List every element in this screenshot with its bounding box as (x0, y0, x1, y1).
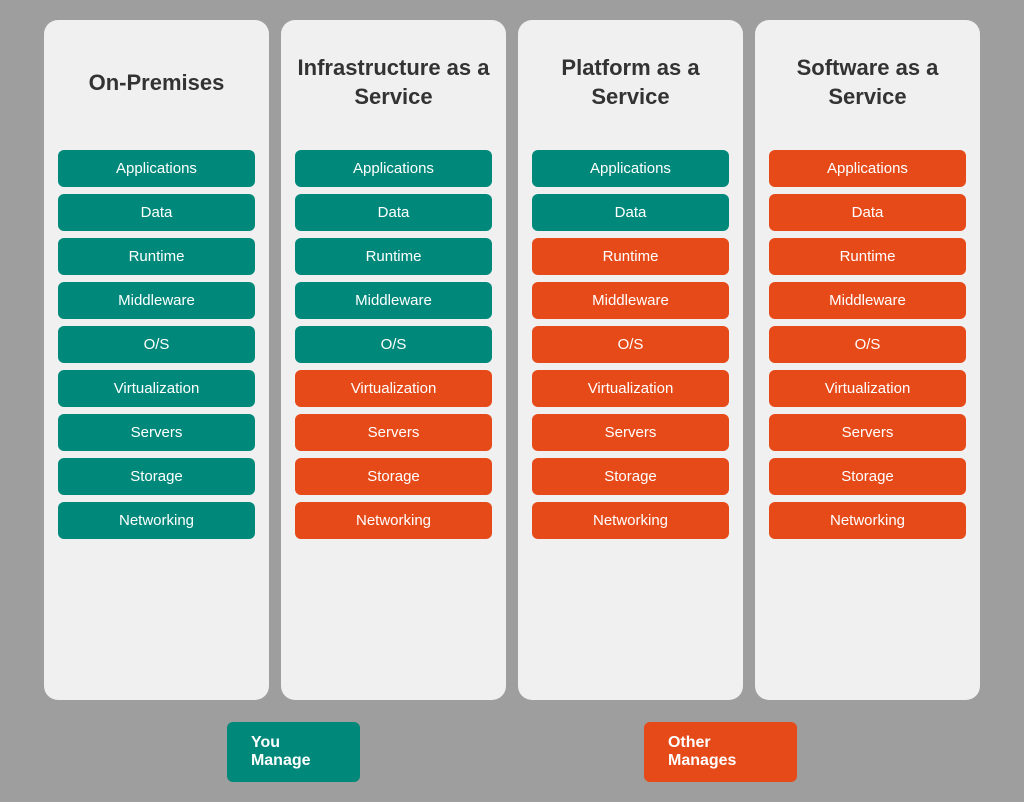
column-title-saas: Software as a Service (769, 38, 966, 128)
column-iaas: Infrastructure as a Service Applications D… (281, 20, 506, 700)
column-title-iaas: Infrastructure as a Service (295, 38, 492, 128)
item-data-saas: Data (769, 194, 966, 231)
items-list-saas: Applications Data Runtime Middleware O/S Virt… (769, 150, 966, 539)
column-on-premises: On-Premises Applications Data Runtime Middle… (44, 20, 269, 700)
item-virtualization-paas: Virtualization (532, 370, 729, 407)
column-title-paas: Platform as a Service (532, 38, 729, 128)
item-applications-paas: Applications (532, 150, 729, 187)
item-networking-saas: Networking (769, 502, 966, 539)
items-list-paas: Applications Data Runtime Middleware O/S Virt… (532, 150, 729, 539)
item-networking-iaas: Networking (295, 502, 492, 539)
item-middleware-saas: Middleware (769, 282, 966, 319)
item-applications-iaas: Applications (295, 150, 492, 187)
item-servers-saas: Servers (769, 414, 966, 451)
item-runtime-iaas: Runtime (295, 238, 492, 275)
item-o-s-on-premises: O/S (58, 326, 255, 363)
column-title-on-premises: On-Premises (89, 38, 225, 128)
item-middleware-paas: Middleware (532, 282, 729, 319)
column-paas: Platform as a Service Applications Data Run… (518, 20, 743, 700)
column-saas: Software as a Service Applications Data Run… (755, 20, 980, 700)
item-storage-saas: Storage (769, 458, 966, 495)
item-virtualization-on-premises: Virtualization (58, 370, 255, 407)
item-applications-on-premises: Applications (58, 150, 255, 187)
item-storage-iaas: Storage (295, 458, 492, 495)
item-data-on-premises: Data (58, 194, 255, 231)
columns-wrapper: On-Premises Applications Data Runtime Middle… (20, 20, 1004, 700)
item-storage-on-premises: Storage (58, 458, 255, 495)
item-virtualization-iaas: Virtualization (295, 370, 492, 407)
item-middleware-on-premises: Middleware (58, 282, 255, 319)
item-data-paas: Data (532, 194, 729, 231)
main-container: On-Premises Applications Data Runtime Middle… (20, 20, 1004, 782)
items-list-iaas: Applications Data Runtime Middleware O/S Virt… (295, 150, 492, 539)
item-virtualization-saas: Virtualization (769, 370, 966, 407)
item-servers-iaas: Servers (295, 414, 492, 451)
item-runtime-on-premises: Runtime (58, 238, 255, 275)
item-runtime-saas: Runtime (769, 238, 966, 275)
item-storage-paas: Storage (532, 458, 729, 495)
item-networking-on-premises: Networking (58, 502, 255, 539)
item-servers-paas: Servers (532, 414, 729, 451)
item-networking-paas: Networking (532, 502, 729, 539)
item-o-s-iaas: O/S (295, 326, 492, 363)
item-applications-saas: Applications (769, 150, 966, 187)
legend-row: You Manage Other Manages (0, 722, 1024, 782)
item-o-s-saas: O/S (769, 326, 966, 363)
item-servers-on-premises: Servers (58, 414, 255, 451)
items-list-on-premises: Applications Data Runtime Middleware O/S Virt… (58, 150, 255, 539)
item-o-s-paas: O/S (532, 326, 729, 363)
item-runtime-paas: Runtime (532, 238, 729, 275)
item-data-iaas: Data (295, 194, 492, 231)
item-middleware-iaas: Middleware (295, 282, 492, 319)
you-manage-badge: You Manage (227, 722, 360, 782)
other-manages-badge: Other Manages (644, 722, 797, 782)
